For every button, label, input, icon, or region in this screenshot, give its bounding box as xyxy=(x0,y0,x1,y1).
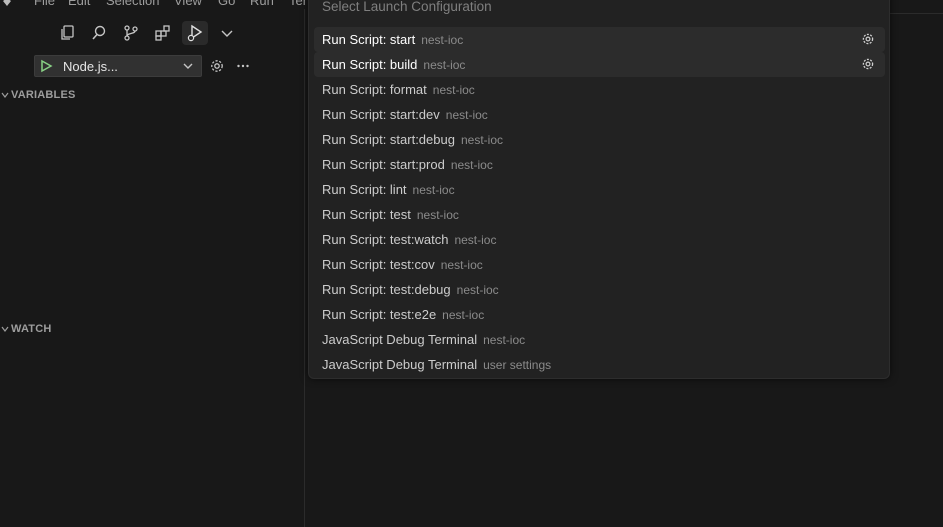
item-label: Run Script: test:debug xyxy=(322,282,451,297)
quick-pick-item[interactable]: Run Script: test:cov nest-ioc xyxy=(314,252,885,277)
quick-pick-list: Run Script: start nest-ioc Run Script: b… xyxy=(314,27,885,377)
item-description: user settings xyxy=(483,357,552,372)
item-label: Run Script: lint xyxy=(322,182,407,197)
gear-icon xyxy=(211,60,223,72)
menu-edit[interactable]: Edit xyxy=(68,0,90,8)
quick-pick-item[interactable]: Run Script: format nest-ioc xyxy=(314,77,885,102)
item-description: nest-ioc xyxy=(445,107,488,122)
item-description: nest-ioc xyxy=(454,232,497,247)
quick-pick-item[interactable]: Run Script: start:debug nest-ioc xyxy=(314,127,885,152)
item-description: nest-ioc xyxy=(416,207,459,222)
run-debug-icon[interactable] xyxy=(182,21,208,45)
item-label: Run Script: start xyxy=(322,32,416,47)
more-actions-button[interactable] xyxy=(232,55,254,77)
quick-pick-item[interactable]: Run Script: start:prod nest-ioc xyxy=(314,152,885,177)
menu-file[interactable]: File xyxy=(34,0,55,8)
ellipsis-icon xyxy=(237,64,249,68)
extensions-icon[interactable] xyxy=(150,21,176,45)
menu-selection[interactable]: Selection xyxy=(106,0,159,8)
item-label: Run Script: start:prod xyxy=(322,157,445,172)
quick-pick-item[interactable]: Run Script: lint nest-ioc xyxy=(314,177,885,202)
quick-pick-input[interactable]: Select Launch Configuration xyxy=(322,0,492,14)
quick-pick-item[interactable]: Run Script: build nest-ioc xyxy=(314,52,885,77)
item-label: Run Script: test:cov xyxy=(322,257,435,272)
gear-icon[interactable] xyxy=(861,57,875,71)
variables-section-header[interactable]: VARIABLES xyxy=(0,89,76,101)
item-label: Run Script: format xyxy=(322,82,427,97)
quick-pick-item[interactable]: JavaScript Debug Terminal nest-ioc xyxy=(314,327,885,352)
item-label: Run Script: start:dev xyxy=(322,107,440,122)
explorer-icon[interactable] xyxy=(54,21,80,45)
item-label: Run Script: test:e2e xyxy=(322,307,437,322)
menu-terminal[interactable]: Ter xyxy=(289,0,307,8)
item-description: nest-ioc xyxy=(412,182,455,197)
item-description: nest-ioc xyxy=(421,32,464,47)
menu-go[interactable]: Go xyxy=(218,0,235,8)
item-label: Run Script: test:watch xyxy=(322,232,449,247)
vscode-logo-icon xyxy=(3,0,11,6)
menu-run[interactable]: Run xyxy=(250,0,274,8)
watch-section-title: WATCH xyxy=(11,323,52,335)
search-icon[interactable] xyxy=(86,21,112,45)
launch-config-quick-pick: Select Launch Configuration Run Script: … xyxy=(308,0,890,379)
chevron-down-icon xyxy=(1,92,9,98)
item-label: JavaScript Debug Terminal xyxy=(322,332,478,347)
quick-pick-item[interactable]: Run Script: start:dev nest-ioc xyxy=(314,102,885,127)
item-label: Run Script: build xyxy=(322,57,418,72)
item-description: nest-ioc xyxy=(483,332,526,347)
launch-toolbar: Node.js... xyxy=(34,55,254,77)
quick-pick-item[interactable]: Run Script: test:watch nest-ioc xyxy=(314,227,885,252)
item-label: JavaScript Debug Terminal xyxy=(322,357,478,372)
item-description: nest-ioc xyxy=(423,57,466,72)
chevron-down-icon[interactable] xyxy=(214,21,240,45)
chevron-down-icon xyxy=(1,326,9,332)
debug-sidebar: Node.js... VARIABLES WATCH xyxy=(0,9,305,527)
item-label: Run Script: start:debug xyxy=(322,132,455,147)
quick-pick-item[interactable]: Run Script: test:debug nest-ioc xyxy=(314,277,885,302)
launch-configuration-select[interactable]: Node.js... xyxy=(34,55,202,77)
source-control-icon[interactable] xyxy=(118,21,144,45)
variables-section-title: VARIABLES xyxy=(11,89,76,101)
item-description: nest-ioc xyxy=(450,157,493,172)
quick-pick-item[interactable]: Run Script: start nest-ioc xyxy=(314,27,885,52)
quick-pick-item[interactable]: Run Script: test nest-ioc xyxy=(314,202,885,227)
item-label: Run Script: test xyxy=(322,207,411,222)
gear-icon[interactable] xyxy=(861,32,875,46)
quick-pick-item[interactable]: JavaScript Debug Terminal user settings xyxy=(314,352,885,377)
quick-pick-item[interactable]: Run Script: test:e2e nest-ioc xyxy=(314,302,885,327)
activity-toolbar xyxy=(54,21,246,45)
item-description: nest-ioc xyxy=(432,82,475,97)
launch-configuration-name: Node.js... xyxy=(63,58,118,74)
item-description: nest-ioc xyxy=(440,257,483,272)
item-description: nest-ioc xyxy=(460,132,503,147)
editor-border xyxy=(890,13,943,14)
menu-view[interactable]: View xyxy=(174,0,202,8)
watch-section-header[interactable]: WATCH xyxy=(0,323,52,335)
open-launch-json-button[interactable] xyxy=(206,55,228,77)
chevron-down-icon xyxy=(183,63,193,69)
item-description: nest-ioc xyxy=(442,307,485,322)
item-description: nest-ioc xyxy=(456,282,499,297)
play-icon[interactable] xyxy=(39,59,53,73)
